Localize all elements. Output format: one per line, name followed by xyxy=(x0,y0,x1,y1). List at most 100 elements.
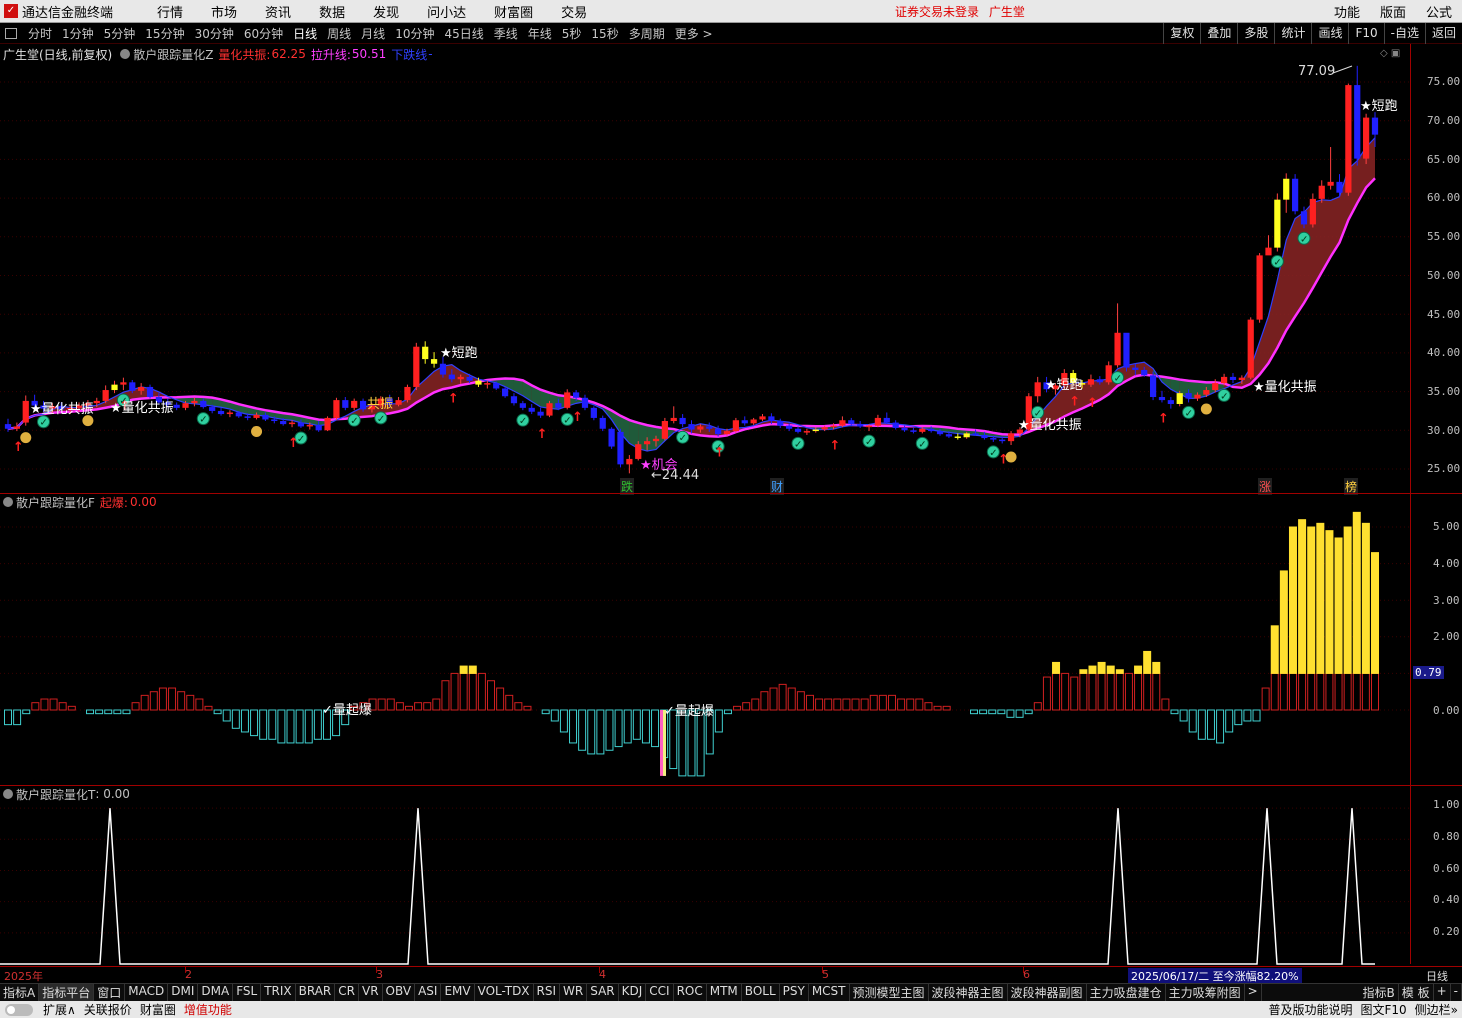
tool-button-4[interactable]: 画线 xyxy=(1311,22,1348,44)
indicator-tab-9[interactable]: CR xyxy=(335,984,359,1001)
menu-formula[interactable]: 公式 xyxy=(1416,2,1462,21)
menu-market[interactable]: 市场 xyxy=(197,2,251,21)
cycle-label[interactable]: 日线 xyxy=(1426,968,1448,984)
tool-button-1[interactable]: 叠加 xyxy=(1200,22,1237,44)
expand-icon[interactable]: ◇ xyxy=(1380,48,1388,59)
menu-discover[interactable]: 发现 xyxy=(359,2,413,21)
status-value-added[interactable]: 增值功能 xyxy=(180,1001,236,1018)
indicator-tab-30[interactable]: > xyxy=(1245,984,1262,1001)
indicator-tab-26[interactable]: 波段神器主图 xyxy=(929,984,1008,1001)
f-indicator-name[interactable]: 散户跟踪量化F xyxy=(16,494,95,511)
indicator-tab-0[interactable]: 指标A xyxy=(0,984,40,1001)
date-month-4: 4 xyxy=(599,968,606,981)
indicator-menu-icon[interactable] xyxy=(120,49,131,59)
period-tab-4[interactable]: 30分钟 xyxy=(190,25,239,42)
indicator-tab-24[interactable]: MCST xyxy=(809,984,850,1001)
indicator-tab-12[interactable]: ASI xyxy=(415,984,442,1001)
t-indicator-name[interactable]: 散户跟踪量化T xyxy=(16,786,95,803)
indicator-tab-23[interactable]: PSY xyxy=(780,984,809,1001)
period-tab-0[interactable]: 分时 xyxy=(23,25,57,42)
indicator-tab-25[interactable]: 预测模型主图 xyxy=(850,984,929,1001)
indicator-tab-13[interactable]: EMV xyxy=(441,984,475,1001)
status-wealth-circle[interactable]: 财富圈 xyxy=(136,1001,180,1018)
tool-button-2[interactable]: 多股 xyxy=(1237,22,1274,44)
menu-data[interactable]: 数据 xyxy=(305,2,359,21)
period-tab-10[interactable]: 45日线 xyxy=(439,25,488,42)
indicator-tab-18[interactable]: KDJ xyxy=(619,984,647,1001)
indicator-tab-29[interactable]: 主力吸筹附图 xyxy=(1166,984,1245,1001)
zoom-in-button[interactable]: + xyxy=(1434,984,1451,1001)
indicator-tab-16[interactable]: WR xyxy=(560,984,588,1001)
indicator-tab-3[interactable]: MACD xyxy=(125,984,169,1001)
tool-button-0[interactable]: 复权 xyxy=(1163,22,1200,44)
indicator-tab-19[interactable]: CCI xyxy=(646,984,674,1001)
period-tab-15[interactable]: 多周期 xyxy=(624,25,670,42)
status-related-quotes[interactable]: 关联报价 xyxy=(80,1001,136,1018)
menu-wealth[interactable]: 财富圈 xyxy=(480,2,547,21)
candlestick-chart[interactable]: ✓✓✓✓✓ ✓ ✓ ✓✓✓ ✓ ✓ ✓✓✓✓✓✓✓✓↑↑↑↑↑↑↑ ↑↑↑ ↑↑★量化共振 ★量化… xyxy=(0,62,1410,492)
period-tab-1[interactable]: 1分钟 xyxy=(57,25,99,42)
period-tab-16[interactable]: 更多 > xyxy=(670,25,718,42)
t-indicator-menu-icon[interactable] xyxy=(3,789,13,799)
period-tab-11[interactable]: 季线 xyxy=(489,25,523,42)
indicator-tab-27[interactable]: 波段神器副图 xyxy=(1008,984,1087,1001)
indicator-tab-1[interactable]: 指标平台 xyxy=(39,984,95,1001)
indicator-tab-11[interactable]: OBV xyxy=(383,984,416,1001)
period-tab-13[interactable]: 5秒 xyxy=(557,25,587,42)
indicator-tab-2[interactable]: 窗口 xyxy=(94,984,126,1001)
status-f10[interactable]: 图文F10 xyxy=(1356,1001,1410,1018)
f-bar xyxy=(1161,698,1170,711)
indicator-tab-22[interactable]: BOLL xyxy=(742,984,780,1001)
price-axis[interactable]: 75.00 70.00 65.00 60.00 55.00 50.00 45.00 40.00… xyxy=(1410,44,1462,964)
indicator-tab-20[interactable]: ROC xyxy=(674,984,707,1001)
f-indicator-menu-icon[interactable] xyxy=(3,497,13,507)
period-tab-6[interactable]: 日线 xyxy=(288,25,322,42)
tool-button-3[interactable]: 统计 xyxy=(1274,22,1311,44)
menu-function[interactable]: 功能 xyxy=(1324,2,1370,21)
menu-quotes[interactable]: 行情 xyxy=(143,2,197,21)
menu-ask[interactable]: 问小达 xyxy=(413,2,480,21)
period-tab-5[interactable]: 60分钟 xyxy=(239,25,288,42)
maximize-icon[interactable]: ▣ xyxy=(1391,48,1400,59)
indicator-tab-6[interactable]: FSL xyxy=(233,984,262,1001)
menu-news[interactable]: 资讯 xyxy=(251,2,305,21)
status-edition-help[interactable]: 普及版功能说明 xyxy=(1264,1001,1356,1018)
indicator-tab-10[interactable]: VR xyxy=(359,984,383,1001)
login-status[interactable]: 证券交易未登录 广生堂 xyxy=(895,3,1025,20)
main-indicator-name[interactable]: 散户跟踪量化Z xyxy=(133,46,213,63)
menu-trade[interactable]: 交易 xyxy=(547,2,601,21)
sidebar-toggle-icon[interactable] xyxy=(5,27,17,39)
period-tab-3[interactable]: 15分钟 xyxy=(140,25,189,42)
indicator-b-tab[interactable]: 指标B xyxy=(1360,984,1399,1001)
indicator-tab-28[interactable]: 主力吸盘建仓 xyxy=(1087,984,1166,1001)
indicator-tab-17[interactable]: SAR xyxy=(587,984,619,1001)
tool-button-7[interactable]: 返回 xyxy=(1424,22,1462,44)
zoom-out-button[interactable]: - xyxy=(1451,984,1462,1001)
f-bar xyxy=(796,691,805,711)
candle-body xyxy=(1300,211,1308,225)
status-sidebar[interactable]: 侧边栏» xyxy=(1411,1001,1462,1018)
period-tab-2[interactable]: 5分钟 xyxy=(99,25,141,42)
t-line-chart[interactable] xyxy=(0,802,1410,966)
f-bar xyxy=(1061,672,1070,711)
tool-button-5[interactable]: F10 xyxy=(1348,22,1383,44)
candle-body xyxy=(812,429,819,432)
speed-toggle[interactable] xyxy=(5,1003,33,1016)
template-tab[interactable]: 模 板 xyxy=(1399,984,1434,1001)
period-tab-12[interactable]: 年线 xyxy=(523,25,557,42)
f-bar-chart[interactable]: ✓量起爆 ✓量起爆 xyxy=(0,510,1410,782)
status-expand[interactable]: 扩展∧ xyxy=(39,1001,80,1018)
period-tab-8[interactable]: 月线 xyxy=(356,25,390,42)
indicator-tab-15[interactable]: RSI xyxy=(534,984,561,1001)
indicator-tab-21[interactable]: MTM xyxy=(707,984,742,1001)
indicator-tab-5[interactable]: DMA xyxy=(198,984,234,1001)
period-tab-7[interactable]: 周线 xyxy=(322,25,356,42)
indicator-tab-8[interactable]: BRAR xyxy=(296,984,336,1001)
indicator-tab-14[interactable]: VOL-TDX xyxy=(475,984,534,1001)
indicator-tab-4[interactable]: DMI xyxy=(168,984,199,1001)
tool-button-6[interactable]: -自选 xyxy=(1383,22,1425,44)
period-tab-9[interactable]: 10分钟 xyxy=(390,25,439,42)
menu-layout[interactable]: 版面 xyxy=(1370,2,1416,21)
indicator-tab-7[interactable]: TRIX xyxy=(261,984,296,1001)
period-tab-14[interactable]: 15秒 xyxy=(586,25,623,42)
